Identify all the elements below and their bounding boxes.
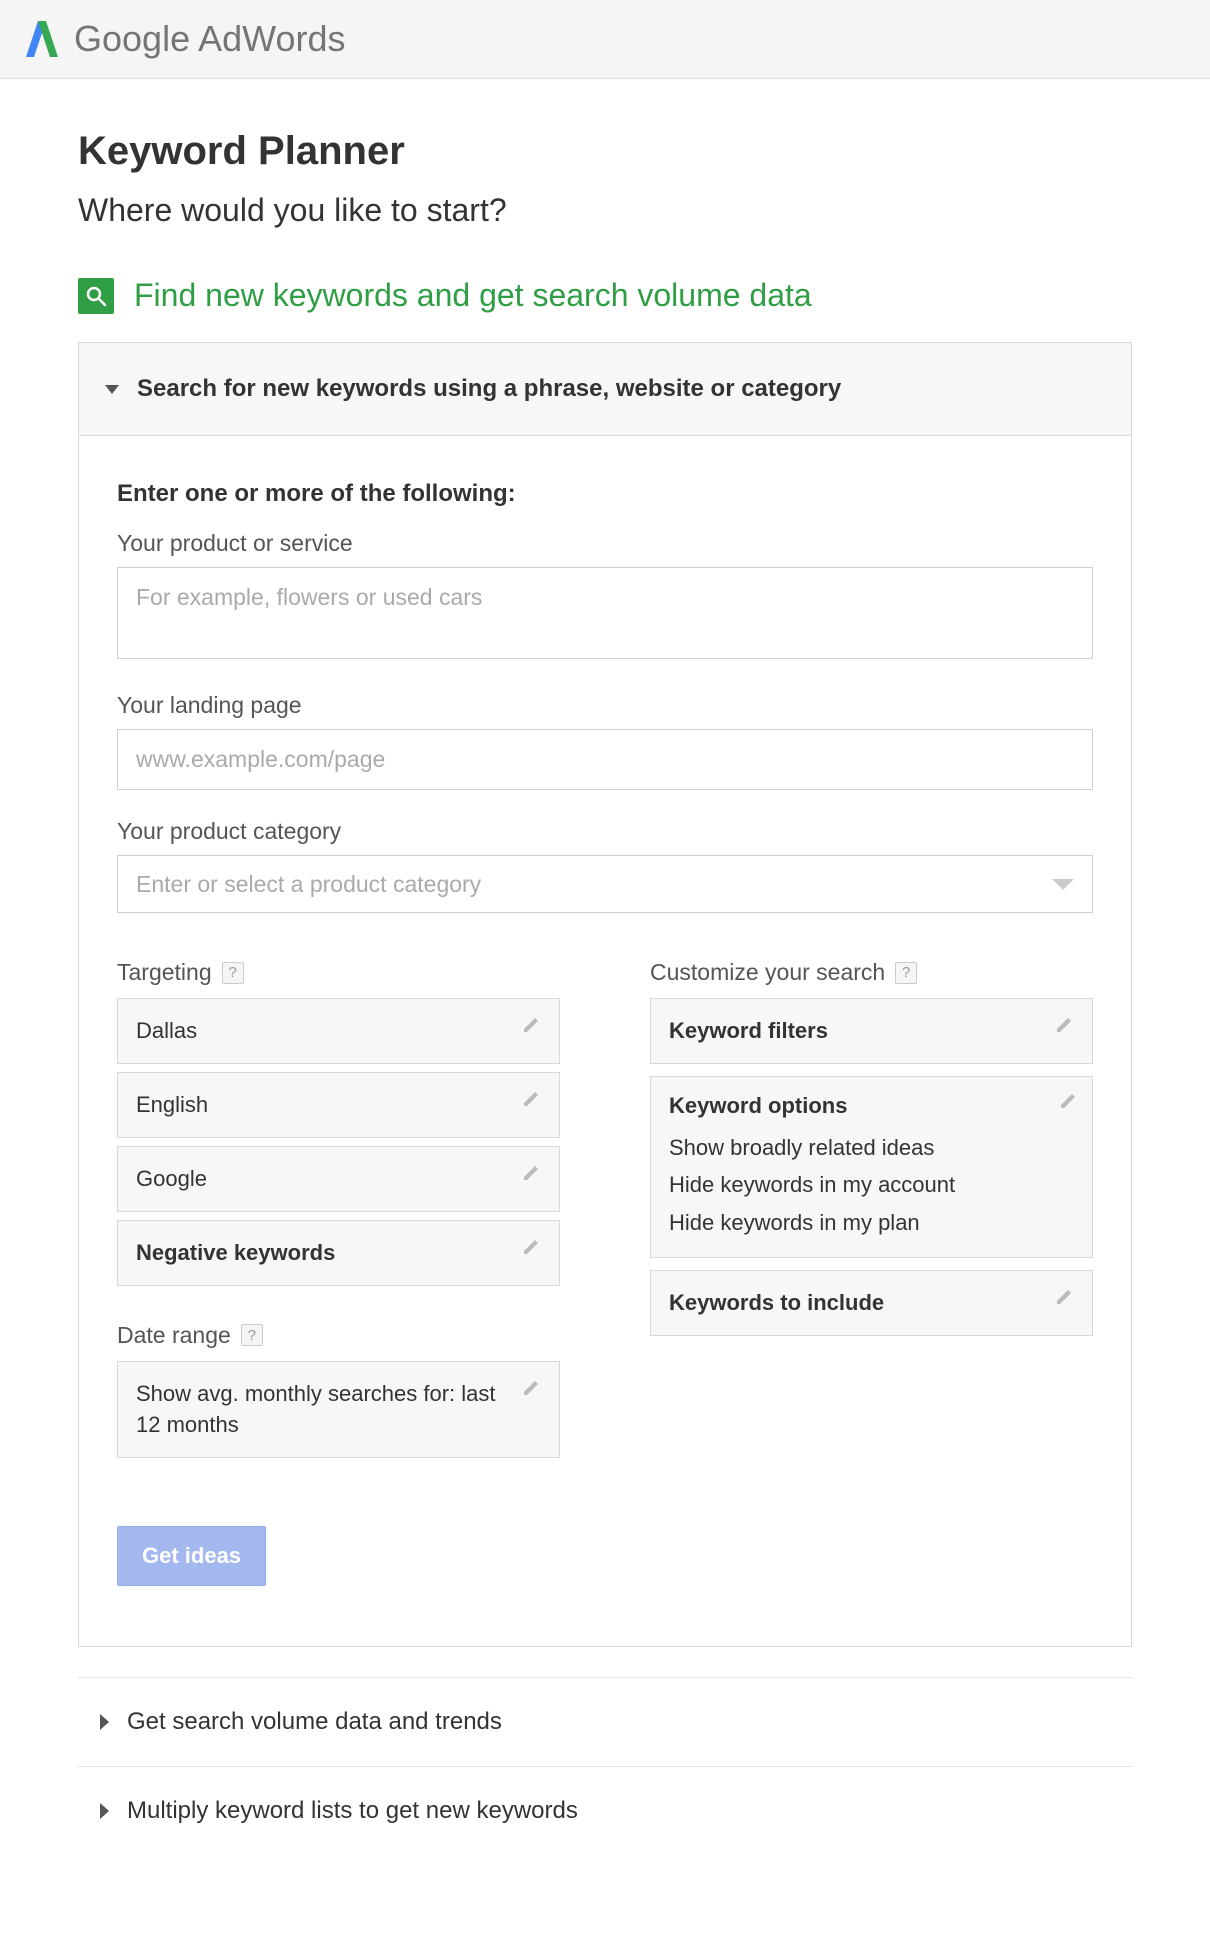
pencil-icon [521, 1163, 541, 1188]
targeting-column: Targeting ? Dallas English [117, 959, 560, 1466]
targeting-network-text: Google [136, 1163, 207, 1195]
get-ideas-button[interactable]: Get ideas [117, 1526, 266, 1586]
keyword-options-title: Keyword options [669, 1093, 1074, 1119]
targeting-network-card[interactable]: Google [117, 1146, 560, 1212]
keyword-options-line2: Hide keywords in my account [669, 1166, 1074, 1203]
customize-heading-text: Customize your search [650, 959, 885, 986]
product-label: Your product or service [117, 530, 1093, 557]
help-icon[interactable]: ? [222, 962, 244, 984]
section-title: Find new keywords and get search volume … [134, 277, 812, 314]
collapsed-row-volume[interactable]: Get search volume data and trends [78, 1678, 1132, 1767]
targeting-heading-text: Targeting [117, 959, 212, 986]
landing-field-block: Your landing page [117, 692, 1093, 790]
targeting-negative-text: Negative keywords [136, 1237, 335, 1269]
caret-down-icon [105, 385, 119, 394]
daterange-heading: Date range ? [117, 1322, 560, 1349]
keyword-filters-text: Keyword filters [669, 1015, 828, 1047]
customize-column: Customize your search ? Keyword filters [650, 959, 1093, 1466]
help-icon[interactable]: ? [241, 1324, 263, 1346]
caret-right-icon [100, 1714, 109, 1730]
page-title: Keyword Planner [78, 129, 1132, 174]
pencil-icon [1054, 1287, 1074, 1312]
panel-body: Enter one or more of the following: Your… [79, 436, 1131, 1646]
pencil-icon [521, 1237, 541, 1262]
pencil-icon [521, 1089, 541, 1114]
adwords-logo-icon [20, 19, 60, 59]
options-columns: Targeting ? Dallas English [117, 959, 1093, 1466]
keyword-options-line1: Show broadly related ideas [669, 1129, 1074, 1166]
brand-adwords: AdWords [190, 18, 345, 59]
collapsed-row-multiply[interactable]: Multiply keyword lists to get new keywor… [78, 1767, 1132, 1855]
targeting-heading: Targeting ? [117, 959, 560, 986]
landing-label: Your landing page [117, 692, 1093, 719]
daterange-card[interactable]: Show avg. monthly searches for: last 12 … [117, 1361, 560, 1459]
caret-right-icon [100, 1803, 109, 1819]
keywords-include-card[interactable]: Keywords to include [650, 1270, 1093, 1336]
brand-text: Google AdWords [74, 18, 346, 60]
category-label: Your product category [117, 818, 1093, 845]
keyword-options-line3: Hide keywords in my plan [669, 1204, 1074, 1241]
page-subtitle: Where would you like to start? [78, 192, 1132, 229]
customize-heading: Customize your search ? [650, 959, 1093, 986]
keyword-filters-card[interactable]: Keyword filters [650, 998, 1093, 1064]
keywords-include-text: Keywords to include [669, 1287, 884, 1319]
targeting-location-text: Dallas [136, 1015, 197, 1047]
collapsed-row-volume-text: Get search volume data and trends [127, 1708, 502, 1736]
search-icon [78, 278, 114, 314]
targeting-language-text: English [136, 1089, 208, 1121]
panel-header[interactable]: Search for new keywords using a phrase, … [79, 343, 1131, 436]
brand-logo[interactable]: Google AdWords [20, 18, 346, 60]
main-content: Keyword Planner Where would you like to … [0, 79, 1210, 1935]
category-select[interactable]: Enter or select a product category [117, 855, 1093, 913]
search-keywords-panel: Search for new keywords using a phrase, … [78, 342, 1132, 1647]
topbar: Google AdWords [0, 0, 1210, 79]
product-field-block: Your product or service [117, 530, 1093, 664]
pencil-icon [1054, 1015, 1074, 1040]
section-header: Find new keywords and get search volume … [78, 277, 1132, 314]
pencil-icon [521, 1378, 541, 1403]
targeting-language-card[interactable]: English [117, 1072, 560, 1138]
landing-input[interactable] [117, 729, 1093, 790]
collapsed-row-multiply-text: Multiply keyword lists to get new keywor… [127, 1797, 578, 1825]
category-field-block: Your product category Enter or select a … [117, 818, 1093, 913]
panel-header-title: Search for new keywords using a phrase, … [137, 375, 841, 403]
help-icon[interactable]: ? [895, 962, 917, 984]
daterange-heading-text: Date range [117, 1322, 231, 1349]
chevron-down-icon [1052, 879, 1074, 890]
form-intro: Enter one or more of the following: [117, 480, 1093, 508]
category-placeholder: Enter or select a product category [136, 871, 481, 898]
product-input[interactable] [117, 567, 1093, 659]
daterange-text: Show avg. monthly searches for: last 12 … [136, 1378, 511, 1442]
targeting-negative-card[interactable]: Negative keywords [117, 1220, 560, 1286]
collapsed-sections: Get search volume data and trends Multip… [78, 1677, 1132, 1855]
targeting-location-card[interactable]: Dallas [117, 998, 560, 1064]
brand-google: Google [74, 18, 190, 59]
pencil-icon [1058, 1091, 1078, 1116]
keyword-options-card[interactable]: Keyword options Show broadly related ide… [650, 1076, 1093, 1258]
pencil-icon [521, 1015, 541, 1040]
